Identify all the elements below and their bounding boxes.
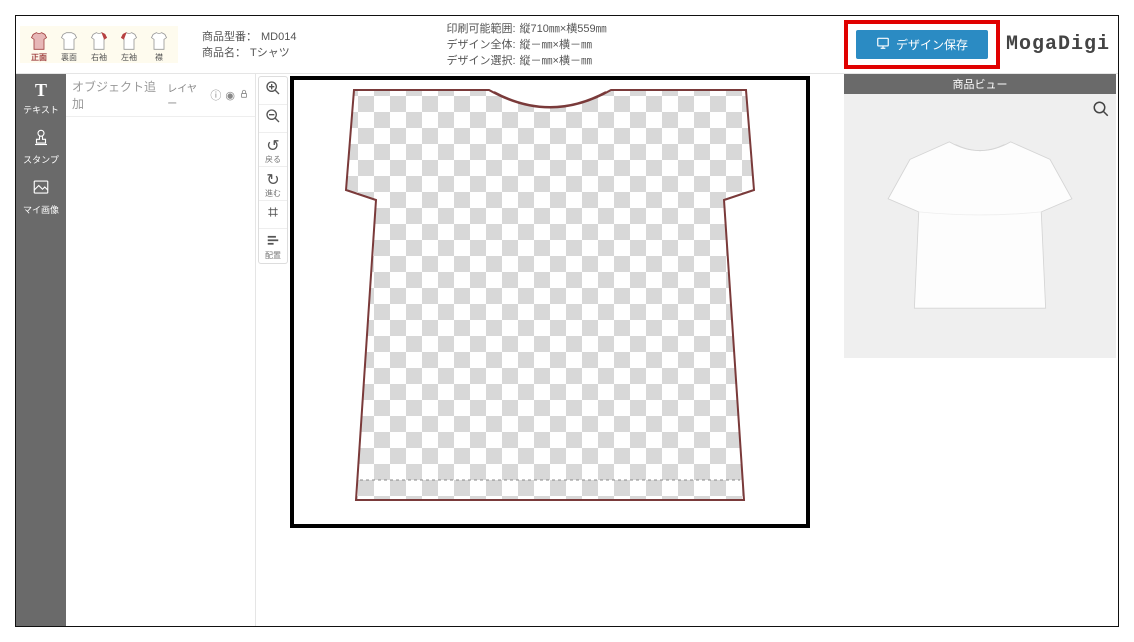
zoom-in-icon xyxy=(265,80,281,101)
redo-icon: ↻ xyxy=(266,170,279,190)
zoom-out-icon xyxy=(265,108,281,129)
view-label: 左袖 xyxy=(121,52,137,63)
view-right-sleeve[interactable]: 右袖 xyxy=(84,30,114,63)
redo-button[interactable]: ↻進む xyxy=(259,167,287,201)
model-value: MD014 xyxy=(261,29,296,45)
align-label: 配置 xyxy=(265,252,281,260)
layer-label: レイヤー xyxy=(167,80,206,110)
side-label: スタンプ xyxy=(23,155,59,165)
add-stamp-tool[interactable]: スタンプ xyxy=(16,122,66,172)
visibility-icon[interactable]: ◉ xyxy=(225,89,235,102)
object-panel: オブジェクト追加 レイヤー ⓘ ◉ xyxy=(66,74,256,626)
zoom-in-button[interactable] xyxy=(259,77,287,105)
shirt-back-icon xyxy=(58,30,80,52)
view-selector: 正面 裏面 右袖 左袖 xyxy=(20,26,178,63)
align-button[interactable]: 配置 xyxy=(259,229,287,263)
object-panel-title: オブジェクト追加 xyxy=(72,78,167,112)
save-highlight: デザイン保存 xyxy=(844,20,1000,69)
grid-button[interactable] xyxy=(259,201,287,229)
info-icon[interactable]: ⓘ xyxy=(210,87,221,103)
undo-icon: ↺ xyxy=(266,136,279,156)
grid-icon xyxy=(266,205,280,224)
shirt-collar-icon xyxy=(148,30,170,52)
logo: MogaDigi xyxy=(1006,33,1110,56)
print-value: 縦710㎜×横559㎜ xyxy=(520,21,607,37)
add-text-tool[interactable]: T テキスト xyxy=(16,74,66,122)
whole-label: デザイン全体: xyxy=(446,37,515,53)
shirt-left-sleeve-icon xyxy=(118,30,140,52)
view-back[interactable]: 裏面 xyxy=(54,30,84,63)
preview-zoom-icon[interactable] xyxy=(1092,100,1110,123)
product-preview xyxy=(844,94,1116,358)
product-view-title: 商品ビュー xyxy=(844,74,1116,94)
product-meta-right: 印刷可能範囲: 縦710㎜×横559㎜ デザイン全体: 縦－㎜×横－㎜ デザイン選択… xyxy=(446,21,606,69)
product-view-panel: 商品ビュー xyxy=(842,74,1118,626)
image-icon xyxy=(16,178,66,201)
design-canvas[interactable] xyxy=(290,76,810,528)
redo-label: 進む xyxy=(265,190,281,198)
shirt-template-icon xyxy=(294,80,806,524)
view-label: 襟 xyxy=(155,52,163,63)
align-icon xyxy=(266,233,280,252)
undo-button[interactable]: ↺戻る xyxy=(259,133,287,167)
zoom-out-button[interactable] xyxy=(259,105,287,133)
side-label: マイ画像 xyxy=(23,205,59,215)
top-bar: 正面 裏面 右袖 左袖 xyxy=(16,16,1118,74)
view-left-sleeve[interactable]: 左袖 xyxy=(114,30,144,63)
stamp-icon xyxy=(16,128,66,151)
view-front[interactable]: 正面 xyxy=(24,30,54,63)
save-label: デザイン保存 xyxy=(896,36,968,53)
sel-label: デザイン選択: xyxy=(446,53,515,69)
tshirt-preview-icon xyxy=(875,120,1085,333)
canvas-column: ↺戻る ↻進む 配置 xyxy=(256,74,842,626)
shirt-right-sleeve-icon xyxy=(88,30,110,52)
undo-label: 戻る xyxy=(265,156,281,164)
text-icon: T xyxy=(16,80,66,101)
view-label: 裏面 xyxy=(61,52,77,63)
add-image-tool[interactable]: マイ画像 xyxy=(16,172,66,222)
name-value: Tシャツ xyxy=(250,45,290,61)
side-label: テキスト xyxy=(23,105,59,115)
product-meta-left: 商品型番：MD014 商品名：Tシャツ xyxy=(202,29,296,61)
shirt-front-icon xyxy=(28,30,50,52)
view-label: 正面 xyxy=(31,52,47,63)
sel-value: 縦－㎜×横－㎜ xyxy=(520,53,592,69)
left-sidebar: T テキスト スタンプ マイ画像 xyxy=(16,74,66,626)
lock-icon[interactable] xyxy=(239,89,249,102)
whole-value: 縦－㎜×横－㎜ xyxy=(520,37,592,53)
model-label: 商品型番： xyxy=(202,29,257,45)
view-collar[interactable]: 襟 xyxy=(144,30,174,63)
save-icon xyxy=(876,36,890,53)
save-design-button[interactable]: デザイン保存 xyxy=(856,30,988,59)
name-label: 商品名： xyxy=(202,45,246,61)
canvas-toolbar: ↺戻る ↻進む 配置 xyxy=(258,76,288,264)
print-label: 印刷可能範囲: xyxy=(446,21,515,37)
view-label: 右袖 xyxy=(91,52,107,63)
